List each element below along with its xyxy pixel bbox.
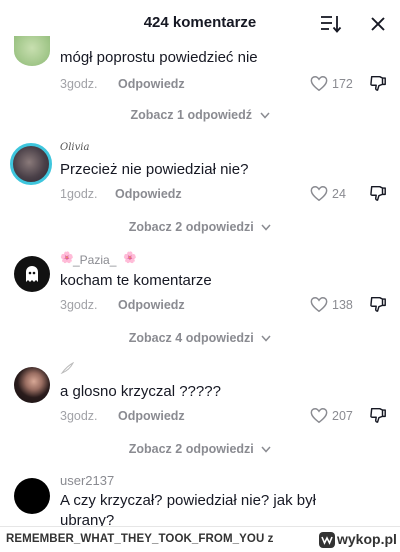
like-count: 172 xyxy=(332,77,353,91)
view-replies-label: Zobacz 2 odpowiedzi xyxy=(128,220,254,234)
view-replies-button[interactable]: Zobacz 4 odpowiedzi xyxy=(0,331,400,345)
avatar[interactable] xyxy=(14,478,50,514)
avatar[interactable] xyxy=(14,36,50,66)
comment-text: A czy krzyczał? powiedział nie? jak był … xyxy=(60,492,316,529)
comment-username[interactable]: user2137 xyxy=(60,474,114,488)
comment-username[interactable]: Olivia xyxy=(60,141,89,155)
dislike-icon[interactable] xyxy=(369,184,387,202)
sort-icon[interactable] xyxy=(320,14,342,34)
comment-username[interactable]: _Pazia_ xyxy=(73,253,116,267)
comment-text: kocham te komentarze xyxy=(60,272,212,289)
dislike-icon[interactable] xyxy=(369,74,387,92)
ghost-icon xyxy=(26,266,38,282)
view-replies-label: Zobacz 1 odpowiedź xyxy=(130,108,253,122)
heart-icon[interactable] xyxy=(310,185,328,202)
comment-text: a glosno krzyczal ????? xyxy=(60,383,221,400)
comment-time: 3godz. xyxy=(60,298,98,312)
watermark-bar: REMEMBER_WHAT_THEY_TOOK_FROM_YOU z wykop… xyxy=(0,526,400,552)
view-replies-label: Zobacz 4 odpowiedzi xyxy=(128,331,254,345)
heart-icon[interactable] xyxy=(310,407,328,424)
chevron-down-icon xyxy=(261,224,271,231)
view-replies-label: Zobacz 2 odpowiedzi xyxy=(128,442,254,456)
heart-icon[interactable] xyxy=(310,75,328,92)
chevron-down-icon xyxy=(261,335,271,342)
chevron-down-icon xyxy=(259,112,270,119)
reply-button[interactable]: Odpowiedz xyxy=(115,187,182,201)
wykop-logo-icon xyxy=(319,532,335,548)
wykop-logo-text: wykop.pl xyxy=(337,531,397,547)
heart-icon[interactable] xyxy=(310,296,328,313)
feather-icon xyxy=(60,362,74,374)
avatar[interactable] xyxy=(10,143,52,185)
comment-time: 3godz. xyxy=(60,409,98,423)
dislike-icon[interactable] xyxy=(369,295,387,313)
comment-text: mógł poprostu powiedzieć nie xyxy=(60,49,258,66)
flower-emoji-icon: 🌸 xyxy=(60,252,74,264)
view-replies-button[interactable]: Zobacz 2 odpowiedzi xyxy=(0,442,400,456)
chevron-down-icon xyxy=(261,446,271,453)
close-icon[interactable] xyxy=(368,14,388,34)
reply-button[interactable]: Odpowiedz xyxy=(118,298,185,312)
comment-text: Przecież nie powiedział nie? xyxy=(60,161,249,178)
comment-time: 3godz. xyxy=(60,77,98,91)
flower-emoji-icon: 🌸 xyxy=(123,252,137,264)
like-count: 207 xyxy=(332,409,353,423)
watermark-caption: REMEMBER_WHAT_THEY_TOOK_FROM_YOU z xyxy=(6,533,274,545)
view-replies-button[interactable]: Zobacz 1 odpowiedź xyxy=(0,108,400,122)
reply-button[interactable]: Odpowiedz xyxy=(118,409,185,423)
comments-header: 424 komentarze xyxy=(0,0,400,46)
dislike-icon[interactable] xyxy=(369,406,387,424)
like-count: 24 xyxy=(332,187,346,201)
avatar[interactable] xyxy=(14,256,50,292)
like-count: 138 xyxy=(332,298,353,312)
comment-time: 1godz. xyxy=(60,187,98,201)
avatar[interactable] xyxy=(14,367,50,403)
view-replies-button[interactable]: Zobacz 2 odpowiedzi xyxy=(0,220,400,234)
reply-button[interactable]: Odpowiedz xyxy=(118,77,185,91)
